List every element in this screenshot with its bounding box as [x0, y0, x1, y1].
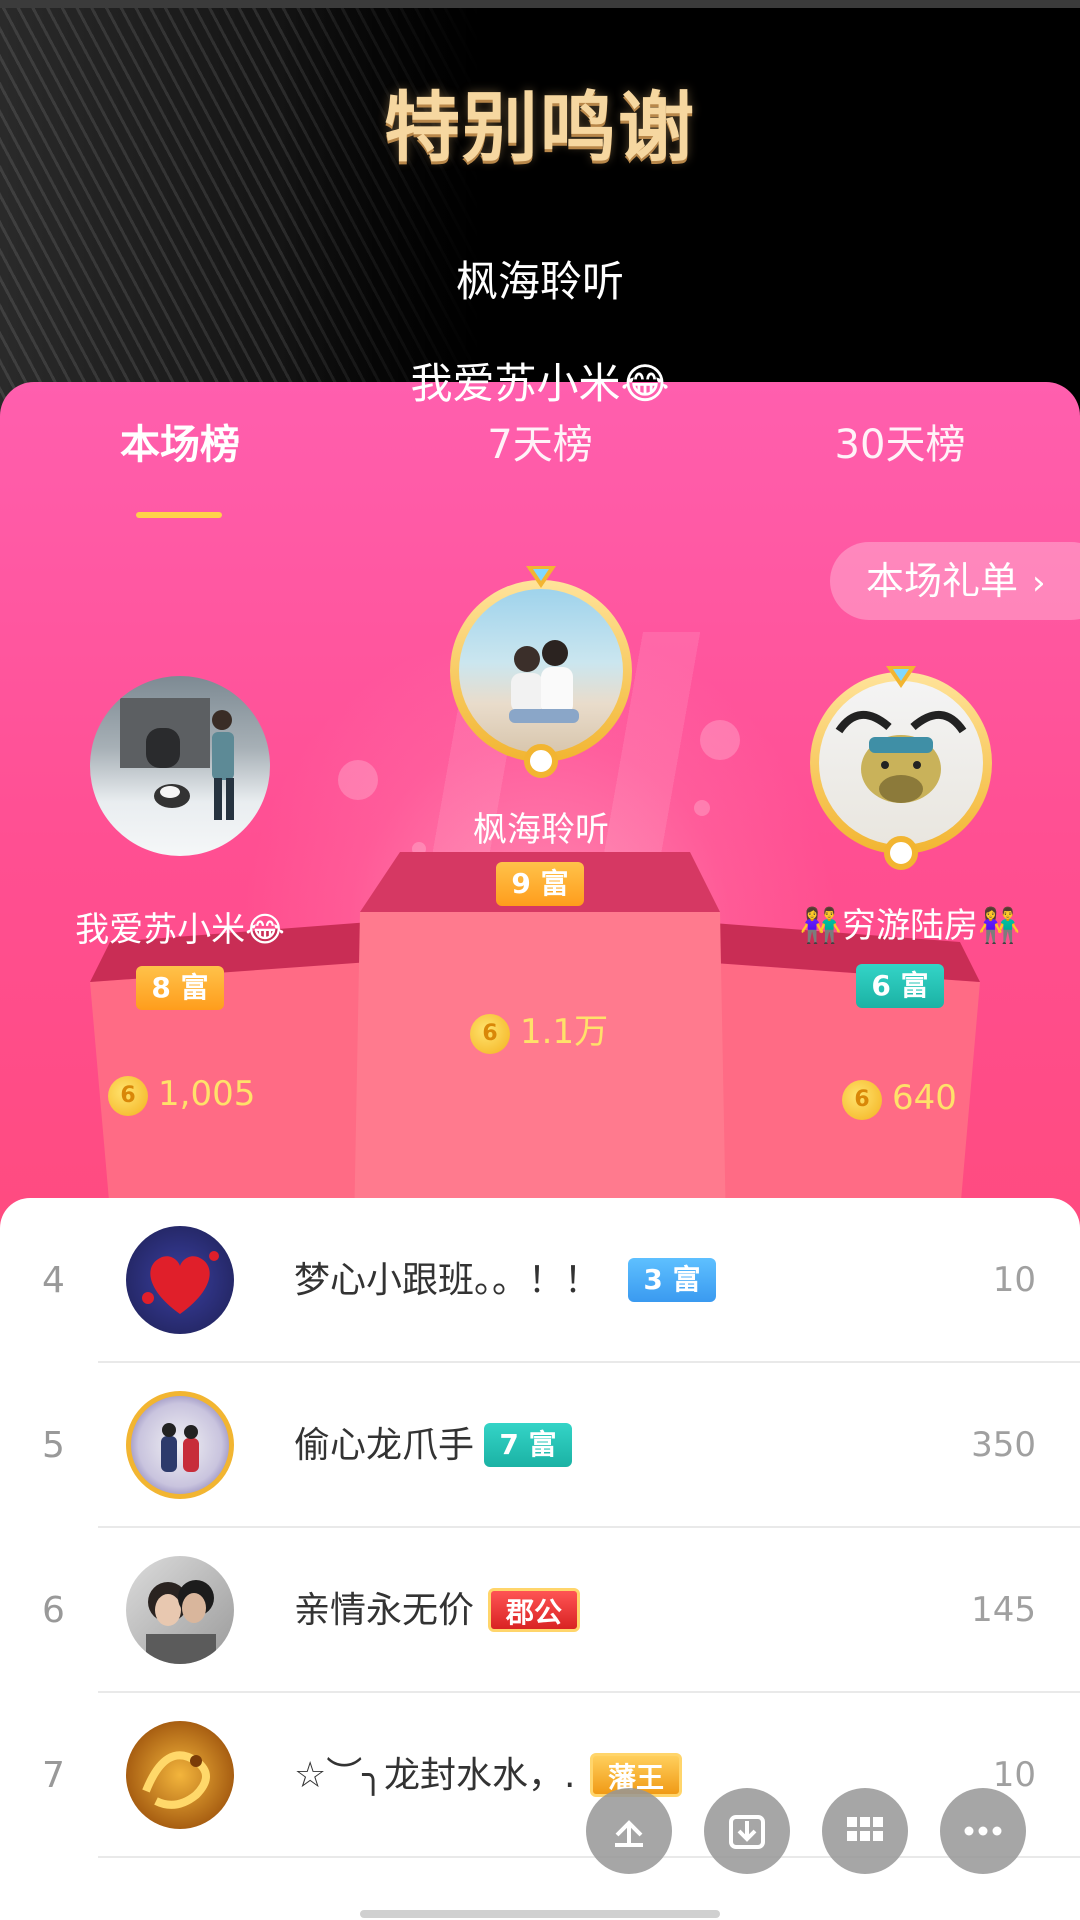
golden-dragon-avatar-image — [142, 1751, 210, 1809]
gift-list-button[interactable]: 本场礼单 › — [830, 542, 1080, 620]
couple-drawing-avatar-image — [161, 1423, 199, 1472]
chevron-right-icon: › — [1032, 563, 1046, 603]
ranking-list: 4 梦心小跟班。。！！ 3 富 10 5 偷心龙爪手 7 富 350 6 亲情永… — [0, 1198, 1080, 1920]
banner-title: 特别鸣谢 — [384, 83, 696, 172]
share-icon — [615, 1820, 643, 1847]
user-name: ☆︶╮龙封水水，. — [294, 1755, 576, 1796]
user-name: 梦心小跟班。。！！ — [294, 1260, 601, 1301]
contribution-value: 350 — [971, 1425, 1036, 1465]
tab-7-days[interactable]: 7天榜 — [390, 412, 690, 470]
rank-number: 6 — [42, 1590, 65, 1631]
list-item[interactable]: 7 ☆︶╮龙封水水，. 藩王 10 — [0, 1693, 1080, 1858]
more-button[interactable] — [940, 1788, 1026, 1874]
gift-list-label: 本场礼单 — [866, 559, 1019, 603]
download-button[interactable] — [704, 1788, 790, 1874]
contribution-value: 145 — [971, 1590, 1036, 1630]
banner-thanks-name-2: 我爱苏小米😂 — [410, 359, 670, 408]
tab-30-days[interactable]: 30天榜 — [750, 412, 1050, 470]
top1-wealth-badge: 9 富 — [496, 862, 584, 906]
banner-top-strip — [0, 0, 1080, 8]
download-icon — [729, 1815, 765, 1849]
crown-gem-icon — [886, 666, 916, 688]
couple-photo-avatar-image — [146, 1580, 216, 1664]
top1-score: 6 1.1万 — [470, 1004, 608, 1054]
ranking-tabs: 本场榜 7天榜 30天榜 — [0, 412, 1080, 518]
home-indicator[interactable] — [360, 1910, 720, 1918]
decor-bubble — [700, 720, 740, 760]
rank-number: 7 — [42, 1755, 65, 1796]
user-name: 偷心龙爪手 — [294, 1425, 475, 1466]
rank-number: 4 — [42, 1260, 65, 1301]
crown-gem-icon — [526, 566, 556, 588]
top3-wealth-badge: 6 富 — [856, 964, 944, 1008]
top3-name: 👫穷游陆房👫 — [799, 906, 1021, 946]
share-button[interactable] — [586, 1788, 672, 1874]
apps-button[interactable] — [822, 1788, 908, 1874]
top1-avatar[interactable] — [450, 580, 632, 762]
active-tab-indicator — [136, 512, 222, 518]
top3-score: 6 640 — [842, 1078, 957, 1120]
avatar-ring-base — [524, 744, 558, 778]
top3-score-value: 640 — [892, 1078, 957, 1118]
coin-icon: 6 — [842, 1079, 882, 1120]
top2-score: 6 1,005 — [108, 1074, 255, 1116]
wealth-badge: 3 富 — [628, 1258, 716, 1302]
avatar[interactable] — [126, 1391, 234, 1499]
apps-grid-icon — [847, 1817, 883, 1841]
tab-this-session[interactable]: 本场榜 — [30, 412, 330, 470]
divider — [98, 1856, 1080, 1858]
heart-avatar-image — [142, 1251, 219, 1314]
avatar-ring-base — [884, 836, 918, 870]
avatar[interactable] — [126, 1556, 234, 1664]
wealth-badge: 7 富 — [484, 1423, 572, 1467]
more-icon — [964, 1826, 1002, 1836]
top2-name: 我爱苏小米😂 — [75, 910, 285, 950]
top2-wealth-badge: 8 富 — [136, 966, 224, 1010]
banner-thanks-name-1: 枫海聆听 — [455, 257, 624, 306]
ox-warrior-photo — [835, 710, 967, 803]
thanks-banner: 特别鸣谢 枫海聆听 我爱苏小米😂 — [0, 0, 1080, 420]
coin-icon: 6 — [108, 1075, 148, 1116]
avatar[interactable] — [126, 1721, 234, 1829]
top3-avatar[interactable] — [810, 672, 992, 854]
noble-title-badge: 郡公 — [488, 1588, 580, 1632]
snow-scene-photo — [120, 698, 234, 820]
rank-number: 5 — [42, 1425, 65, 1466]
top1-score-value: 1.1万 — [520, 1012, 609, 1052]
list-item[interactable]: 5 偷心龙爪手 7 富 350 — [0, 1363, 1080, 1528]
coin-icon: 6 — [470, 1013, 510, 1054]
user-name: 亲情永无价 — [294, 1590, 475, 1631]
top2-avatar[interactable] — [90, 676, 270, 856]
avatar[interactable] — [126, 1226, 234, 1334]
list-item[interactable]: 6 亲情永无价 郡公 145 — [0, 1528, 1080, 1693]
contribution-value: 10 — [992, 1260, 1036, 1300]
couple-photo — [509, 640, 579, 723]
list-item[interactable]: 4 梦心小跟班。。！！ 3 富 10 — [0, 1198, 1080, 1363]
top2-score-value: 1,005 — [158, 1074, 256, 1114]
top1-name: 枫海聆听 — [473, 810, 609, 850]
decor-bubble — [338, 760, 378, 800]
